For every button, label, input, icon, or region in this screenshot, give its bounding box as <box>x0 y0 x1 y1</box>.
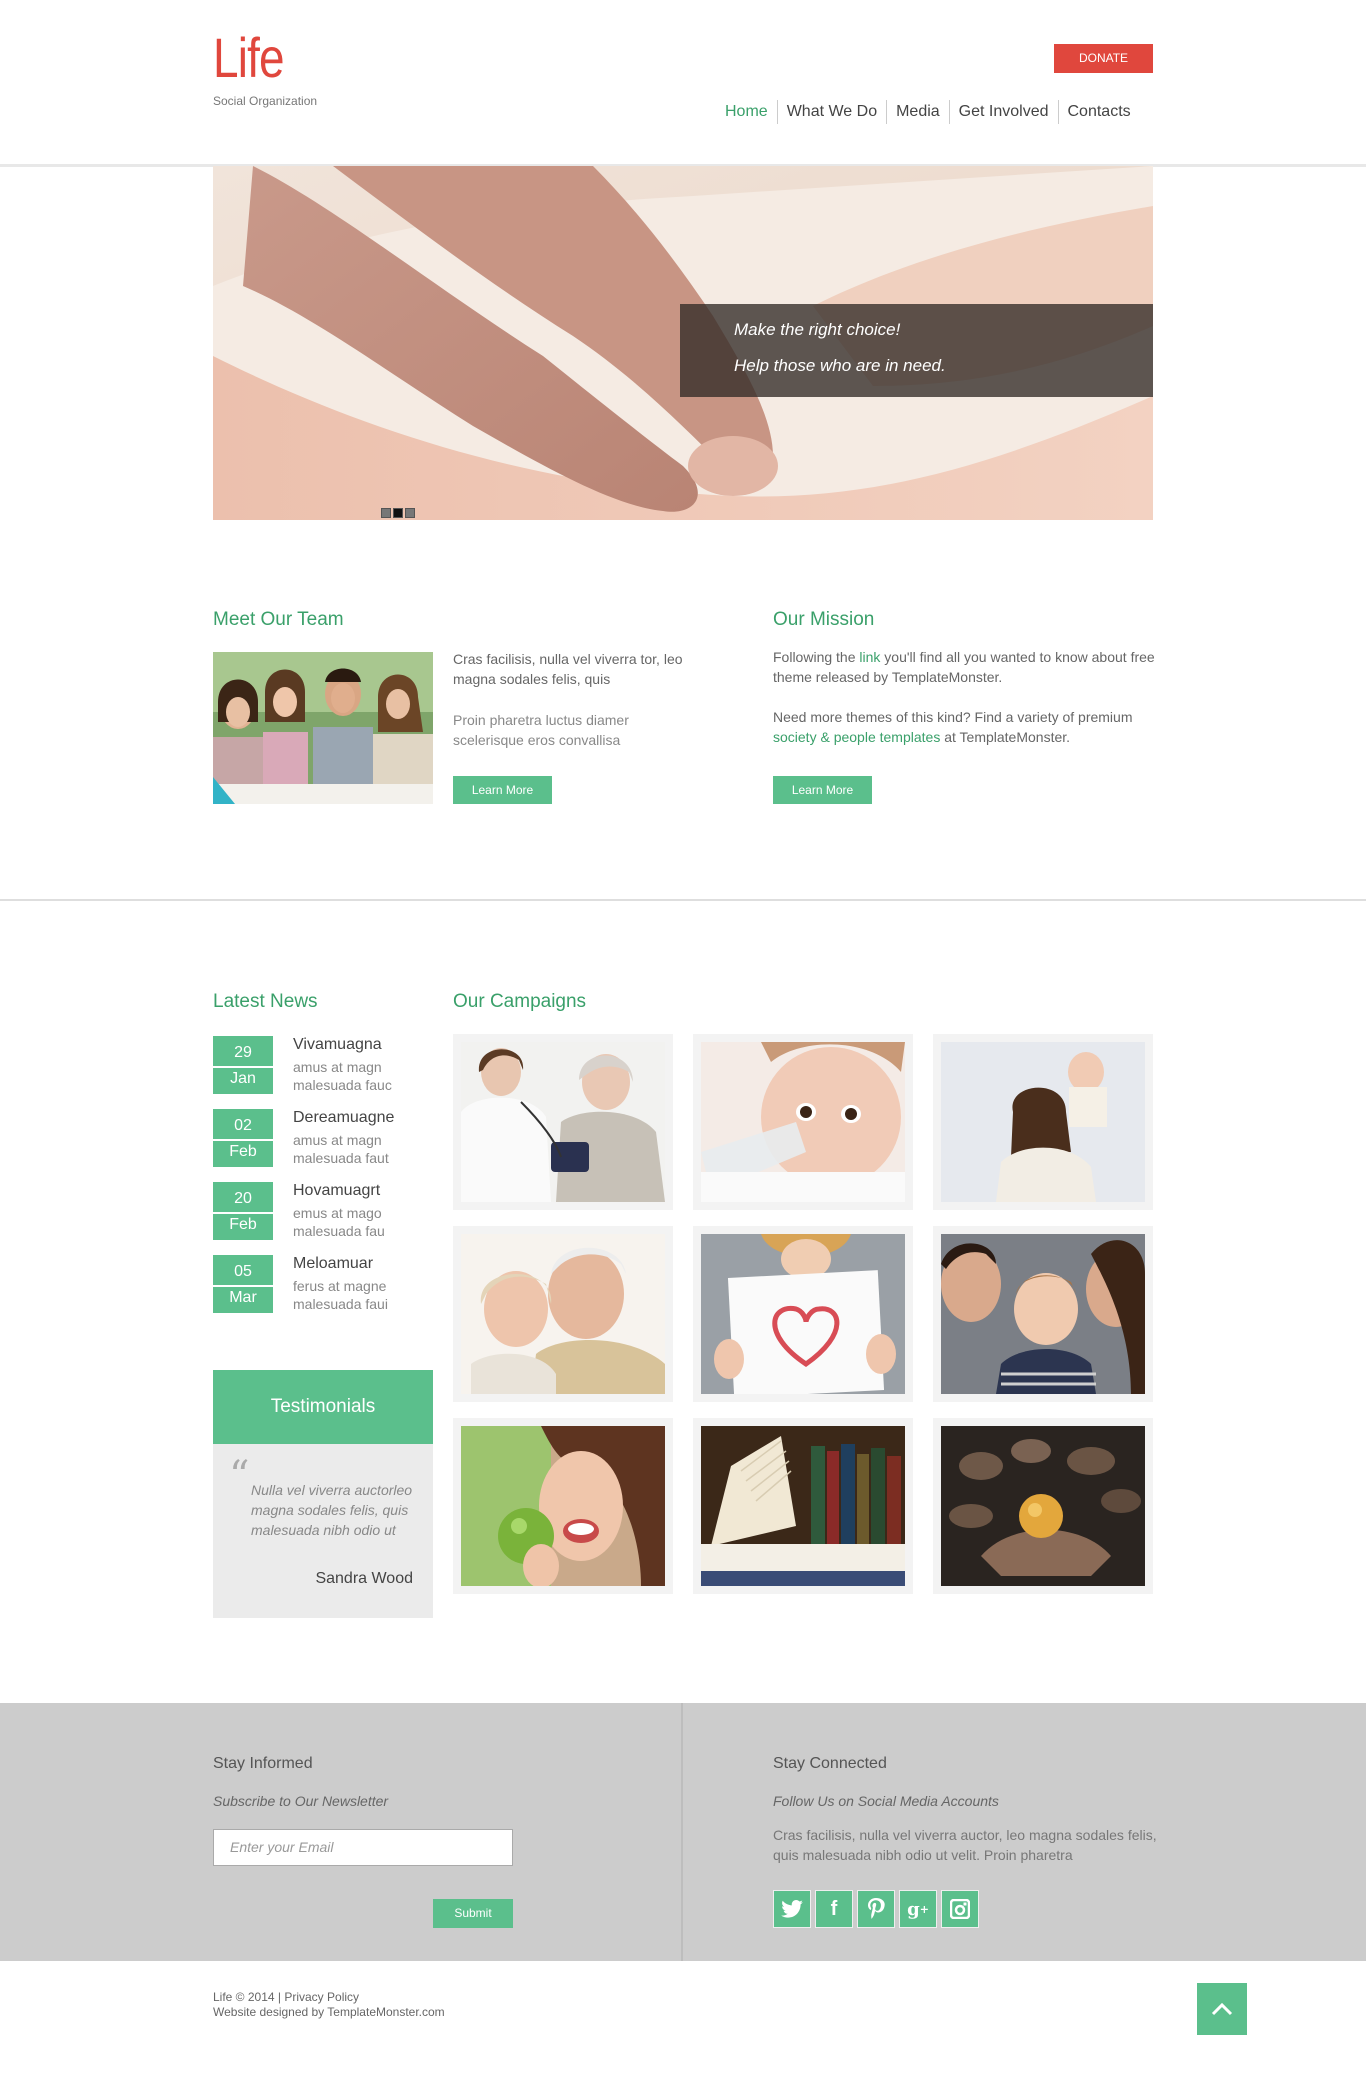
mission-text-1: Following the link you'll find all you w… <box>773 647 1158 687</box>
nav-media[interactable]: Media <box>886 100 949 124</box>
news-item-title[interactable]: Dereamuagne <box>293 1109 394 1127</box>
logo-tagline: Social Organization <box>213 94 318 108</box>
news-item-text: emus at mago malesuada fau <box>293 1205 385 1239</box>
mission-text-1-pre: Following the <box>773 649 860 665</box>
instagram-icon[interactable] <box>941 1890 979 1928</box>
team-image <box>213 652 433 804</box>
team-title: Meet Our Team <box>213 609 344 630</box>
news-item[interactable]: 05 Mar Meloamuar ferus at magne malesuada … <box>213 1255 453 1313</box>
mission-text-2: Need more themes of this kind? Find a va… <box>773 707 1163 747</box>
campaigns-title: Our Campaigns <box>453 991 587 1012</box>
news-item[interactable]: 20 Feb Hovamuagrt emus at mago malesuada f… <box>213 1182 453 1240</box>
news-title: Latest News <box>213 991 318 1012</box>
news-item[interactable]: 29 Jan Vivamuagna amus at magn malesuada f… <box>213 1036 453 1094</box>
mission-text-2-post: at TemplateMonster. <box>940 729 1071 745</box>
google-plus-icon[interactable]: g + <box>899 1890 937 1928</box>
social-title: Stay Connected <box>773 1755 887 1772</box>
campaign-tile-hands-orange[interactable] <box>933 1418 1153 1594</box>
slider-dot-3[interactable] <box>405 508 415 518</box>
testimonial-author: Sandra Wood <box>315 1570 413 1587</box>
campaign-tile-nurse[interactable] <box>453 1034 673 1210</box>
testimonial-quote: Nulla vel viverra auctorleo magna sodale… <box>251 1482 413 1538</box>
nav-what-we-do[interactable]: What We Do <box>776 100 886 124</box>
main-nav: Home What We Do Media Get Involved Conta… <box>716 100 1131 124</box>
news-item[interactable]: 02 Feb Dereamuagne amus at magn malesuada … <box>213 1109 453 1167</box>
quote-icon: “ <box>229 1453 250 1499</box>
mission-title: Our Mission <box>773 609 875 630</box>
newsletter-subtitle: Subscribe to Our Newsletter <box>213 1793 389 1809</box>
hero-caption-line-2: Help those who are in need. <box>734 356 946 375</box>
section-divider <box>0 899 1366 901</box>
news-item-text: ferus at magne malesuada faui <box>293 1278 388 1312</box>
news-item-text: amus at magn malesuada faut <box>293 1132 389 1166</box>
testimonial-card: “ Nulla vel viverra auctorleo magna soda… <box>213 1444 433 1618</box>
campaign-tile-heart-drawing[interactable] <box>693 1226 913 1402</box>
campaign-tile-mother-baby[interactable] <box>933 1034 1153 1210</box>
slider-dot-1[interactable] <box>381 508 391 518</box>
submit-button[interactable]: Submit <box>433 1899 513 1928</box>
facebook-icon[interactable]: f <box>815 1890 853 1928</box>
copyright-line[interactable]: Life © 2014 | Privacy Policy <box>213 1990 445 2005</box>
news-item-text: amus at magn malesuada fauc <box>293 1059 392 1093</box>
campaign-tile-baby-bottle[interactable] <box>693 1034 913 1210</box>
back-to-top-button[interactable] <box>1197 1983 1247 2035</box>
mission-link[interactable]: link <box>859 649 880 665</box>
pinterest-icon[interactable] <box>857 1890 895 1928</box>
nav-get-involved[interactable]: Get Involved <box>948 100 1058 124</box>
campaign-tile-elderly-couple[interactable] <box>453 1226 673 1402</box>
news-date: 05 Mar <box>213 1255 273 1313</box>
nav-home[interactable]: Home <box>716 100 777 124</box>
news-date: 02 Feb <box>213 1109 273 1167</box>
mission-learn-more-button[interactable]: Learn More <box>773 776 872 804</box>
footer-divider <box>681 1703 683 1961</box>
campaign-tile-books[interactable] <box>693 1418 913 1594</box>
team-text-1: Cras facilisis, nulla vel viverra tor, l… <box>453 651 683 687</box>
news-item-title[interactable]: Hovamuagrt <box>293 1182 380 1200</box>
campaign-tile-woman-apple[interactable] <box>453 1418 673 1594</box>
team-learn-more-button[interactable]: Learn More <box>453 776 552 804</box>
team-text-2: Proin pharetra luctus diamer scelerisque… <box>453 712 629 748</box>
social-links: f g + <box>773 1890 979 1928</box>
hero-caption-line-1: Make the right choice! <box>734 320 901 339</box>
social-text: Cras facilisis, nulla vel viverra auctor… <box>773 1827 1157 1863</box>
copyright: Life © 2014 | Privacy Policy Website des… <box>213 1990 445 2020</box>
chevron-up-icon <box>1211 2002 1233 2016</box>
news-date: 29 Jan <box>213 1036 273 1094</box>
logo[interactable]: Life <box>213 28 285 88</box>
news-item-title[interactable]: Vivamuagna <box>293 1036 382 1054</box>
campaign-tile-parents-kissing[interactable] <box>933 1226 1153 1402</box>
email-field[interactable]: Enter your Email <box>213 1829 513 1866</box>
testimonials-title: Testimonials <box>213 1370 433 1444</box>
templates-link[interactable]: society & people templates <box>773 729 940 745</box>
news-item-title[interactable]: Meloamuar <box>293 1255 373 1273</box>
twitter-icon[interactable] <box>773 1890 811 1928</box>
credit-line[interactable]: Website designed by TemplateMonster.com <box>213 2005 445 2020</box>
hero-caption: Make the right choice! Help those who ar… <box>680 304 1153 397</box>
news-date: 20 Feb <box>213 1182 273 1240</box>
newsletter-title: Stay Informed <box>213 1755 313 1772</box>
social-subtitle: Follow Us on Social Media Accounts <box>773 1793 999 1809</box>
donate-button[interactable]: DONATE <box>1054 44 1153 73</box>
slider-pagination <box>381 508 415 518</box>
mission-text-2-pre: Need more themes of this kind? Find a va… <box>773 709 1133 725</box>
nav-contacts[interactable]: Contacts <box>1057 100 1131 124</box>
slider-dot-2[interactable] <box>393 508 403 518</box>
